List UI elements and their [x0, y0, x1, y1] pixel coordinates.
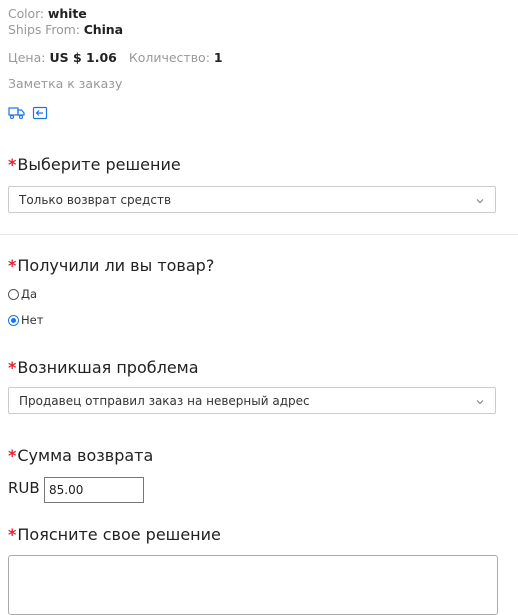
chevron-down-icon [475, 195, 485, 205]
quantity-value: 1 [213, 50, 223, 65]
solution-heading: *Выберите решение [8, 155, 181, 174]
received-heading: *Получили ли вы товар? [8, 256, 214, 275]
required-mark: * [8, 358, 17, 377]
refund-label: Сумма возврата [17, 446, 154, 465]
problem-label: Возникшая проблема [17, 358, 199, 377]
required-mark: * [8, 256, 17, 275]
radio-yes-label: Да [21, 287, 38, 301]
solution-selected-value: Только возврат средств [19, 193, 172, 207]
truck-icon[interactable] [8, 105, 25, 120]
solution-select[interactable]: Только возврат средств [8, 186, 496, 213]
price-label: Цена: [8, 50, 46, 65]
chevron-down-icon [475, 396, 485, 406]
required-mark: * [8, 446, 17, 465]
received-label: Получили ли вы товар? [17, 256, 215, 275]
refund-amount-input[interactable] [44, 477, 144, 503]
product-color: Color: white [8, 6, 87, 21]
color-label: Color: [8, 6, 45, 21]
price-quantity-line: Цена: US $ 1.06 Количество: 1 [8, 50, 223, 65]
explain-label: Поясните свое решение [17, 525, 221, 544]
required-mark: * [8, 525, 17, 544]
section-divider [0, 234, 518, 235]
ships-from-value: China [83, 22, 123, 37]
required-mark: * [8, 155, 17, 174]
radio-no[interactable] [8, 314, 19, 326]
solution-label: Выберите решение [17, 155, 181, 174]
radio-option-yes[interactable]: Да [8, 287, 37, 301]
price-value: US $ 1.06 [49, 50, 117, 65]
quantity-label: Количество: [128, 50, 210, 65]
currency-label: RUB [8, 479, 40, 497]
product-ships-from: Ships From: China [8, 22, 123, 37]
problem-selected-value: Продавец отправил заказ на неверный адре… [19, 394, 310, 408]
color-value: white [47, 6, 87, 21]
order-note-link[interactable]: Заметка к заказу [8, 76, 122, 91]
ships-from-label: Ships From: [8, 22, 80, 37]
radio-yes[interactable] [8, 288, 19, 300]
refund-heading: *Сумма возврата [8, 446, 153, 465]
problem-heading: *Возникшая проблема [8, 358, 199, 377]
explain-heading: *Поясните свое решение [8, 525, 221, 544]
explain-textarea[interactable] [8, 555, 498, 615]
return-icon[interactable] [32, 105, 49, 120]
radio-no-label: Нет [21, 313, 44, 327]
problem-select[interactable]: Продавец отправил заказ на неверный адре… [8, 387, 496, 414]
radio-option-no[interactable]: Нет [8, 313, 43, 327]
